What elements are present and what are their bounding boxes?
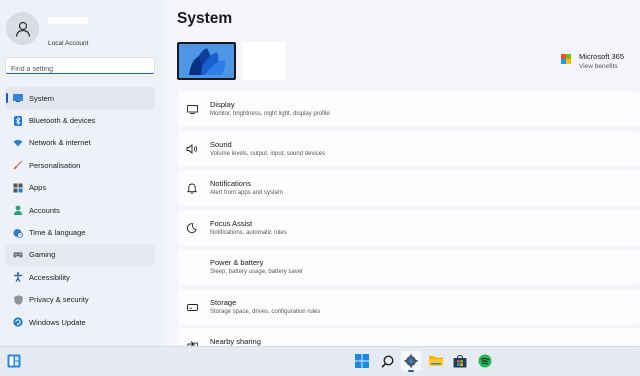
desktop-wallpaper-thumbnail[interactable] bbox=[177, 42, 236, 80]
card-subtitle: Notifications, automatic rules bbox=[210, 230, 287, 236]
settings-card-nearby-sharing[interactable]: Nearby sharing bbox=[178, 328, 640, 348]
sidebar-item-windows-update[interactable]: Windows Update bbox=[5, 311, 155, 333]
account-name-redacted bbox=[48, 17, 88, 24]
sidebar-item-privacy-security[interactable]: Privacy & security bbox=[5, 289, 155, 311]
sidebar-item-label: Windows Update bbox=[29, 317, 86, 327]
card-subtitle: Sleep, battery usage, battery saver bbox=[210, 269, 304, 275]
globe-clock-icon bbox=[13, 228, 23, 238]
widgets-icon[interactable] bbox=[7, 354, 21, 368]
spotify-icon[interactable] bbox=[475, 351, 495, 371]
settings-card-power-battery[interactable]: Power & battery Sleep, battery usage, ba… bbox=[178, 249, 640, 285]
page-title: System bbox=[177, 10, 233, 27]
avatar[interactable] bbox=[6, 12, 39, 45]
account-type-label: Local Account bbox=[48, 40, 89, 47]
card-subtitle: Alert from apps and system bbox=[210, 190, 284, 196]
moon-icon bbox=[186, 222, 198, 234]
card-subtitle: Volume levels, output, input, sound devi… bbox=[210, 151, 326, 157]
card-title: Focus Assist bbox=[210, 219, 253, 228]
update-icon bbox=[13, 317, 23, 327]
settings-card-sound[interactable]: Sound Volume levels, output, input, soun… bbox=[178, 131, 640, 167]
settings-card-notifications[interactable]: Notifications Alert from apps and system bbox=[178, 170, 640, 206]
sidebar-item-accessibility[interactable]: Accessibility bbox=[5, 266, 155, 288]
sidebar-item-label: Apps bbox=[29, 183, 47, 193]
speaker-icon bbox=[186, 143, 198, 155]
card-title: Power & battery bbox=[210, 258, 264, 267]
sidebar-item-label: Bluetooth & devices bbox=[29, 116, 96, 126]
apps-icon bbox=[13, 183, 23, 193]
card-title: Sound bbox=[210, 140, 232, 149]
taskbar bbox=[0, 346, 640, 376]
sidebar-nav: System Bluetooth & devices Network & int… bbox=[5, 87, 155, 333]
sidebar-item-label: Personalisation bbox=[29, 160, 81, 170]
card-title: Nearby sharing bbox=[210, 337, 261, 346]
sidebar-item-network-internet[interactable]: Network & internet bbox=[5, 132, 155, 154]
sidebar-item-label: Accessibility bbox=[29, 272, 70, 282]
sidebar-item-label: Time & language bbox=[29, 228, 86, 238]
gamepad-icon bbox=[13, 250, 23, 260]
main-content: System Microsoft 365 View benefits Displ… bbox=[165, 0, 640, 348]
bluetooth-icon bbox=[13, 115, 23, 126]
sidebar-item-label: System bbox=[29, 93, 55, 103]
brush-icon bbox=[13, 160, 23, 170]
accessibility-icon bbox=[13, 272, 23, 283]
search-box[interactable] bbox=[5, 57, 155, 77]
second-display-thumbnail[interactable] bbox=[242, 42, 285, 80]
card-title: Storage bbox=[210, 298, 237, 307]
sidebar-item-accounts[interactable]: Accounts bbox=[5, 199, 155, 221]
sidebar-item-label: Network & internet bbox=[29, 138, 91, 148]
settings-card-focus-assist[interactable]: Focus Assist Notifications, automatic ru… bbox=[178, 210, 640, 246]
m365-title: Microsoft 365 bbox=[579, 52, 625, 61]
bell-icon bbox=[186, 182, 198, 194]
card-subtitle: Storage space, drives, configuration rul… bbox=[210, 309, 321, 315]
monitor-icon bbox=[186, 103, 198, 115]
account-profile[interactable]: Local Account bbox=[6, 12, 166, 48]
start-icon[interactable] bbox=[352, 351, 372, 371]
microsoft-365-promo[interactable]: Microsoft 365 View benefits bbox=[561, 52, 640, 72]
sidebar-item-label: Privacy & security bbox=[29, 295, 89, 305]
sidebar-item-label: Accounts bbox=[29, 205, 60, 215]
sidebar-item-system[interactable]: System bbox=[5, 87, 155, 110]
search-icon[interactable] bbox=[377, 351, 397, 371]
person-icon bbox=[15, 21, 30, 37]
sidebar-item-gaming[interactable]: Gaming bbox=[5, 243, 155, 267]
sidebar-item-bluetooth-devices[interactable]: Bluetooth & devices bbox=[5, 109, 155, 131]
storage-icon bbox=[186, 301, 198, 313]
file-explorer-icon[interactable] bbox=[426, 351, 446, 371]
settings-card-display[interactable]: Display Monitor, brightness, night light… bbox=[178, 91, 640, 127]
sidebar-item-apps[interactable]: Apps bbox=[5, 177, 155, 199]
sidebar-item-time-language[interactable]: Time & language bbox=[5, 221, 155, 243]
wifi-icon bbox=[13, 138, 23, 148]
settings-icon[interactable] bbox=[401, 351, 421, 372]
system-icon bbox=[13, 93, 23, 103]
card-title: Display bbox=[210, 100, 235, 109]
m365-view-benefits-link[interactable]: View benefits bbox=[579, 63, 618, 70]
store-icon[interactable] bbox=[450, 351, 470, 371]
card-title: Notifications bbox=[210, 179, 251, 188]
person-icon bbox=[13, 205, 23, 216]
sidebar-item-label: Gaming bbox=[29, 250, 56, 260]
shield-icon bbox=[13, 295, 23, 305]
sidebar: Local Account System Bluetooth & devices… bbox=[0, 0, 165, 346]
search-input[interactable] bbox=[6, 62, 154, 77]
microsoft-logo-icon bbox=[561, 54, 571, 64]
sidebar-item-personalisation[interactable]: Personalisation bbox=[5, 154, 155, 176]
power-icon bbox=[186, 261, 198, 273]
settings-card-storage[interactable]: Storage Storage space, drives, configura… bbox=[178, 289, 640, 325]
windows-bloom-image bbox=[179, 44, 234, 78]
card-subtitle: Monitor, brightness, night light, displa… bbox=[210, 111, 330, 117]
